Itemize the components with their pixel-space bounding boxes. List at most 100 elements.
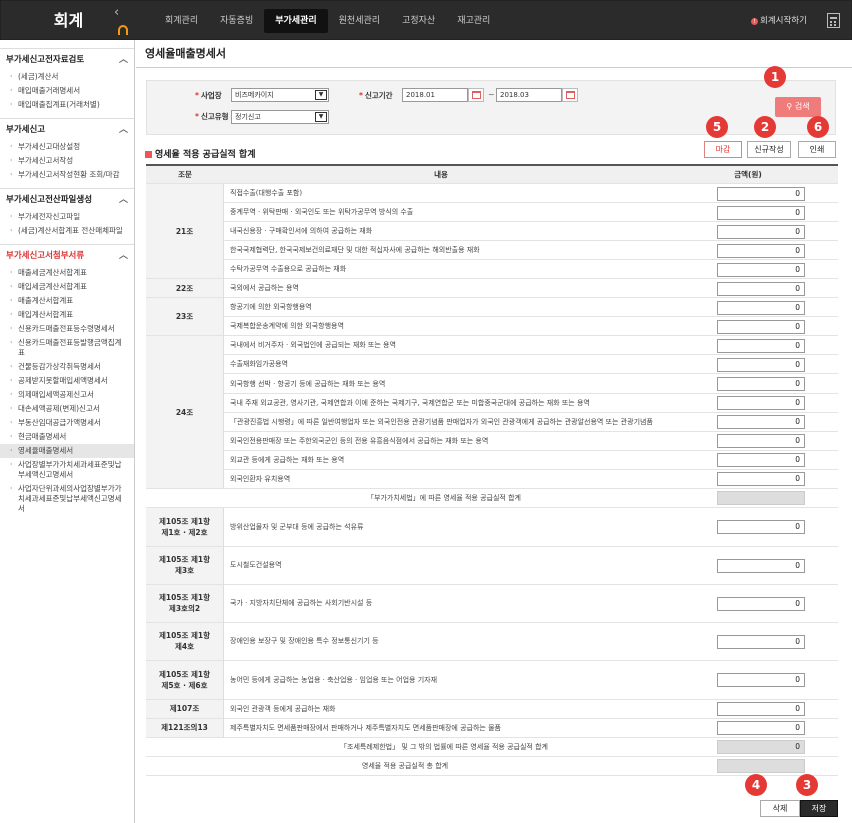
top-bar: 회계 ‹ 회계관리 자동증빙 부가세관리 원천세관리 고정자산 재고관리 ! 회계시작하기 bbox=[0, 0, 852, 40]
nav-item[interactable]: 자동증빙 bbox=[209, 9, 264, 33]
amount-input[interactable]: 0 bbox=[717, 673, 805, 688]
row-description: 국외에서 공급하는 용역 bbox=[224, 279, 658, 299]
sidebar: 부가세신고전자료검토 ︿ (세금)계산서매입매출거래명세서매입매출집계표(거래처별)… bbox=[0, 40, 135, 823]
chevron-up-icon: ︿ bbox=[118, 195, 128, 205]
sidebar-item[interactable]: 매출세금계산서합계표 bbox=[0, 266, 134, 280]
row-description: 방위산업물자 및 군부대 등에 공급하는 석유류 bbox=[224, 508, 658, 547]
period-from-input[interactable]: 2018.01 bbox=[402, 88, 468, 102]
filter-panel: * 사업장 비즈메카이지 ▼ * 신고기간 2018.01 ~ 2018.03 * 신고… bbox=[146, 80, 836, 135]
article-cell: 제105조 제1항 제3호 bbox=[146, 546, 224, 585]
amount-input[interactable]: 0 bbox=[717, 453, 805, 468]
sidebar-item[interactable]: 매입매출집계표(거래처별) bbox=[0, 98, 134, 112]
amount-input[interactable]: 0 bbox=[717, 205, 805, 220]
search-icon: ⚲ bbox=[786, 102, 795, 111]
nav-item[interactable]: 재고관리 bbox=[446, 9, 501, 33]
amount-input[interactable]: 0 bbox=[717, 319, 805, 334]
nav-item[interactable]: 회계관리 bbox=[154, 9, 209, 33]
sidebar-item[interactable]: 부가세전자신고파일 bbox=[0, 210, 134, 224]
headset-icon[interactable] bbox=[118, 25, 128, 35]
callout-badge: 6 bbox=[807, 116, 829, 138]
amount-input[interactable]: 0 bbox=[717, 300, 805, 315]
sidebar-section-header[interactable]: 부가세신고전자료검토 ︿ bbox=[0, 48, 134, 70]
chevron-up-icon: ︿ bbox=[118, 251, 128, 261]
chevron-up-icon: ︿ bbox=[118, 55, 128, 65]
sidebar-item[interactable]: 부가세신고대상설정 bbox=[0, 140, 134, 154]
delete-button[interactable]: 삭제 bbox=[760, 800, 800, 817]
title-divider bbox=[136, 67, 852, 68]
row-description: 한국국제협력단, 한국국제보건의료재단 및 대한 적십자사에 공급하는 해외반출… bbox=[224, 241, 658, 261]
sidebar-item[interactable]: 매입매출거래명세서 bbox=[0, 84, 134, 98]
sidebar-item[interactable]: 공제받지못할매입세액명세서 bbox=[0, 374, 134, 388]
amount-input[interactable]: 0 bbox=[717, 262, 805, 277]
sidebar-section-header[interactable]: 부가세신고서첨부서류 ︿ bbox=[0, 244, 134, 266]
sidebar-item[interactable]: 부가세신고서작성 bbox=[0, 154, 134, 168]
print-button[interactable]: 인쇄 bbox=[798, 141, 836, 158]
amount-input[interactable]: 0 bbox=[717, 243, 805, 258]
sidebar-item[interactable]: 매입세금계산서합계표 bbox=[0, 280, 134, 294]
sidebar-item[interactable]: 신용카드매출전표등발행금액집계표 bbox=[0, 336, 134, 360]
chevron-up-icon: ︿ bbox=[118, 125, 128, 135]
sidebar-item[interactable]: (세금)계산서합계표 전산매체파일 bbox=[0, 224, 134, 238]
article-line: 제105조 제1항 bbox=[158, 631, 211, 641]
nav-item[interactable]: 고정자산 bbox=[391, 9, 446, 33]
sidebar-item[interactable]: 부가세신고서작성현황 조회/마감 bbox=[0, 168, 134, 182]
amount-input[interactable]: 0 bbox=[717, 281, 805, 296]
amount-input[interactable]: 0 bbox=[717, 396, 805, 411]
callout-badge: 4 bbox=[745, 774, 767, 796]
amount-input[interactable]: 0 bbox=[717, 186, 805, 201]
amount-input[interactable]: 0 bbox=[717, 415, 805, 430]
search-button[interactable]: ⚲ 검색 bbox=[775, 97, 821, 117]
calculator-icon[interactable] bbox=[827, 13, 840, 28]
article-line: 제4호 bbox=[174, 642, 195, 652]
sidebar-section-header[interactable]: 부가세신고전산파일생성 ︿ bbox=[0, 188, 134, 210]
sidebar-item[interactable]: 부동산임대공급가액명세서 bbox=[0, 416, 134, 430]
business-select[interactable]: 비즈메카이지 ▼ bbox=[231, 88, 329, 102]
amount-input[interactable]: 0 bbox=[717, 721, 805, 736]
sidebar-item[interactable]: 현금매출명세서 bbox=[0, 430, 134, 444]
row-description: 외국항행 선박 · 항공기 등에 공급하는 재화 또는 용역 bbox=[224, 375, 658, 394]
amount-input[interactable]: 0 bbox=[717, 634, 805, 649]
amount-input[interactable]: 0 bbox=[717, 558, 805, 573]
sidebar-item[interactable]: 의제매입세액공제신고서 bbox=[0, 388, 134, 402]
report-type-select[interactable]: 정기신고 ▼ bbox=[231, 110, 329, 124]
nav-item[interactable]: 원천세관리 bbox=[328, 9, 391, 33]
save-button[interactable]: 저장 bbox=[800, 800, 838, 817]
report-type-label: * 신고유형 bbox=[195, 112, 229, 121]
amount-input[interactable]: 0 bbox=[717, 702, 805, 717]
amount-input[interactable]: 0 bbox=[717, 377, 805, 391]
amount-input[interactable]: 0 bbox=[717, 338, 805, 353]
new-button[interactable]: 신규작성 bbox=[747, 141, 791, 158]
subtotal-blank bbox=[146, 738, 224, 757]
sidebar-item[interactable]: 매출계산서합계표 bbox=[0, 294, 134, 308]
sidebar-item[interactable]: 사업장별부가가치세과세표준및납부세액신고명세서 bbox=[0, 458, 134, 482]
amount-input[interactable]: 0 bbox=[717, 357, 805, 372]
sidebar-section-title: 부가세신고서첨부서류 bbox=[6, 251, 85, 261]
amount-input[interactable]: 0 bbox=[717, 596, 805, 611]
article-cell: 22조 bbox=[146, 279, 224, 299]
main-nav: 회계관리 자동증빙 부가세관리 원천세관리 고정자산 재고관리 bbox=[154, 9, 501, 33]
collapse-sidebar-icon[interactable]: ‹ bbox=[114, 5, 119, 20]
sidebar-item[interactable]: 대손세액공제(변제)신고서 bbox=[0, 402, 134, 416]
sidebar-item[interactable]: 영세율매출명세서 bbox=[0, 444, 134, 458]
nav-item[interactable]: 부가세관리 bbox=[264, 9, 328, 33]
sidebar-item[interactable]: (세금)계산서 bbox=[0, 70, 134, 84]
sidebar-item[interactable]: 사업자단위과세의사업장별부가가치세과세표준및납부세액신고명세서 bbox=[0, 482, 134, 516]
amount-input[interactable]: 0 bbox=[717, 224, 805, 239]
close-button[interactable]: 마감 bbox=[704, 141, 742, 158]
sidebar-section-header[interactable]: 부가세신고 ︿ bbox=[0, 118, 134, 140]
business-label: * 사업장 bbox=[195, 91, 222, 100]
sidebar-item[interactable]: 매입계산서합계표 bbox=[0, 308, 134, 322]
column-header: 내용 bbox=[224, 166, 658, 184]
sidebar-item[interactable]: 건물등감가상각취득명세서 bbox=[0, 360, 134, 374]
calendar-icon[interactable] bbox=[468, 88, 484, 102]
start-accounting-link[interactable]: ! 회계시작하기 bbox=[751, 14, 807, 26]
amount-input[interactable]: 0 bbox=[717, 520, 805, 535]
calendar-icon[interactable] bbox=[562, 88, 578, 102]
article-cell: 24조 bbox=[146, 336, 224, 489]
period-to-input[interactable]: 2018.03 bbox=[496, 88, 562, 102]
sidebar-item[interactable]: 신용카드매출전표등수령명세서 bbox=[0, 322, 134, 336]
amount-input[interactable]: 0 bbox=[717, 472, 805, 487]
amount-input[interactable]: 0 bbox=[717, 434, 805, 449]
sidebar-section-title: 부가세신고 bbox=[6, 125, 46, 135]
sidebar-section-title: 부가세신고전산파일생성 bbox=[6, 195, 93, 205]
